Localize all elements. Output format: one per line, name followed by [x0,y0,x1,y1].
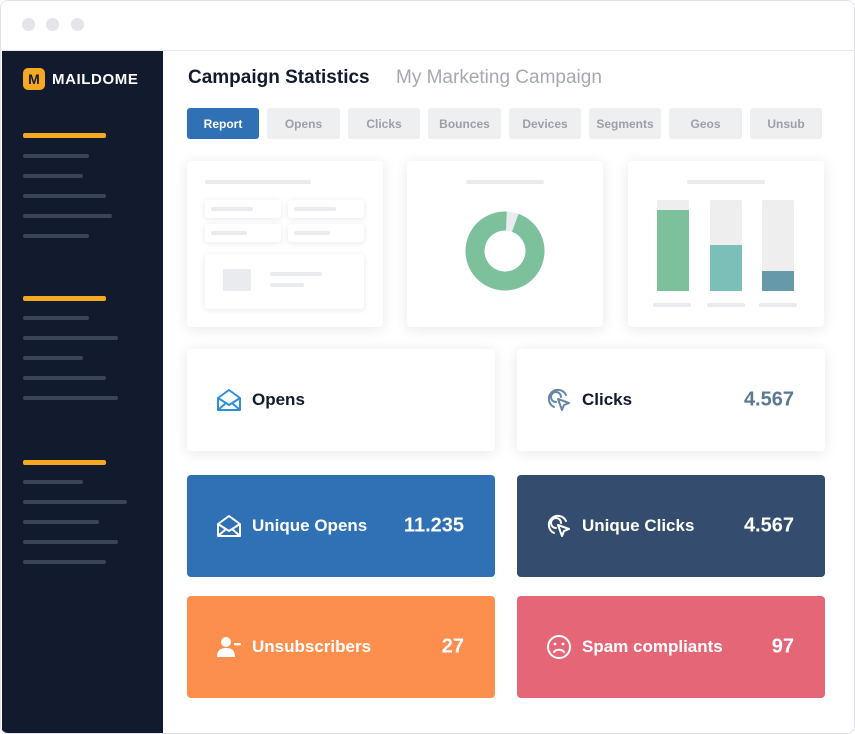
unique-clicks-value: 4.567 [743,514,794,537]
sidebar-section-heading [23,133,106,138]
app-logo[interactable]: M MAILDOME [23,68,138,90]
sidebar-section-heading [23,460,106,465]
report-preview-card[interactable] [187,161,383,327]
sidebar-item[interactable] [23,500,127,504]
bar-fill-slate [762,271,794,291]
spam-value: 97 [771,635,794,658]
bar-fill-green [657,210,689,291]
sidebar-item[interactable] [23,376,106,380]
unique-opens-stat-card[interactable]: Unique Opens 11.235 [187,475,495,577]
bar-track [710,200,742,291]
placeholder-line [270,283,304,287]
placeholder-line [687,180,765,184]
placeholder-line [205,180,311,184]
placeholder-line [211,207,253,211]
logo-text: MAILDOME [52,70,139,88]
sidebar-item[interactable] [23,154,89,158]
unsubscribers-label: Unsubscribers [252,637,372,656]
tab-opens[interactable]: Opens [267,108,340,139]
window-close-dot[interactable] [22,18,35,31]
bar-chart-card[interactable] [628,161,824,327]
placeholder-line [707,303,745,307]
cursor-click-icon [547,388,570,411]
envelope-open-icon [217,389,241,411]
sidebar-item[interactable] [23,234,89,238]
placeholder-line [759,303,797,307]
opens-stat-card[interactable]: Opens [187,349,495,451]
sidebar-item[interactable] [23,356,83,360]
bar-fill-teal [710,245,742,291]
donut-segment [465,211,545,291]
envelope-open-icon [217,515,241,537]
unique-clicks-stat-card[interactable]: Unique Clicks 4.567 [517,475,825,577]
clicks-label: Clicks [582,390,633,409]
user-remove-icon [217,637,241,657]
sidebar-item[interactable] [23,520,99,524]
placeholder-line [294,231,330,235]
placeholder-panel [205,254,364,309]
placeholder-line [653,303,691,307]
tab-segments[interactable]: Segments [589,108,661,139]
clicks-value: 4.567 [743,388,794,411]
bar-track [762,200,794,291]
campaign-name: My Marketing Campaign [396,67,602,88]
spam-stat-card[interactable]: Spam compliants 97 [517,596,825,698]
clicks-stat-card[interactable]: Clicks 4.567 [517,349,825,451]
sidebar-item[interactable] [23,540,118,544]
sidebar-item[interactable] [23,336,118,340]
tab-bounces[interactable]: Bounces [428,108,501,139]
sidebar-section-heading [23,296,106,301]
tab-geos[interactable]: Geos [669,108,742,139]
sidebar-item[interactable] [23,174,83,178]
window-titlebar [1,1,854,51]
sidebar-item[interactable] [23,316,89,320]
bar-track [657,200,689,291]
app-window: M MAILDOME Campaign Statistics My Market… [0,0,855,734]
tab-clicks[interactable]: Clicks [348,108,420,139]
unique-opens-label: Unique Opens [252,516,368,535]
sidebar-item[interactable] [23,396,118,400]
placeholder-field [205,224,281,242]
tab-unsub[interactable]: Unsub [750,108,822,139]
cursor-click-icon [547,514,570,537]
sidebar: M MAILDOME [2,51,163,733]
unique-opens-value: 11.235 [403,514,464,537]
unsubscribers-value: 27 [441,635,464,658]
placeholder-field [288,224,364,242]
sad-face-icon [547,635,571,659]
opens-label: Opens [252,390,305,409]
donut-chart-card[interactable] [407,161,603,327]
placeholder-field [205,200,281,218]
tab-report[interactable]: Report [187,108,259,139]
sidebar-item[interactable] [23,480,83,484]
donut-chart [465,211,545,291]
window-minimize-dot[interactable] [46,18,59,31]
logo-icon: M [23,68,45,90]
placeholder-field [288,200,364,218]
sidebar-item[interactable] [23,194,106,198]
sidebar-item[interactable] [23,214,112,218]
spam-label: Spam compliants [582,637,723,656]
page-title: Campaign Statistics [188,67,370,88]
placeholder-line [211,231,247,235]
placeholder-line [270,272,322,276]
unique-clicks-label: Unique Clicks [582,516,695,535]
sidebar-item[interactable] [23,560,106,564]
placeholder-line [294,207,336,211]
tab-devices[interactable]: Devices [509,108,581,139]
window-maximize-dot[interactable] [71,18,84,31]
unsubscribers-stat-card[interactable]: Unsubscribers 27 [187,596,495,698]
placeholder-image [223,269,251,291]
